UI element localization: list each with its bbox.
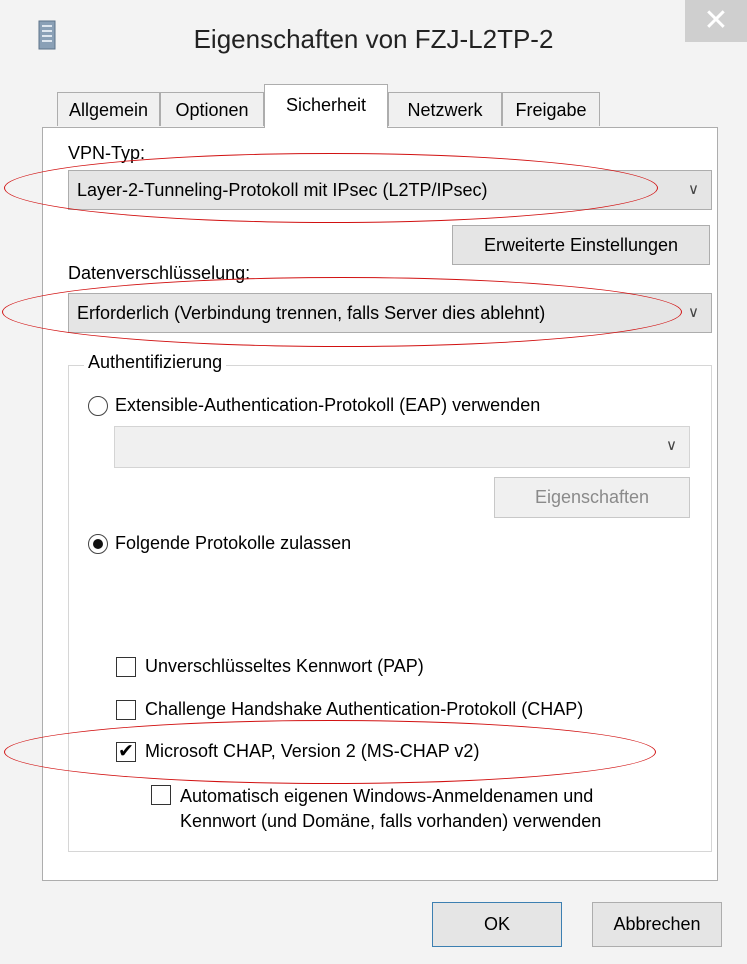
tab-netzwerk[interactable]: Netzwerk [388,92,502,126]
mschapv2-label: Microsoft CHAP, Version 2 (MS-CHAP v2) [145,741,480,761]
vpn-type-value: Layer-2-Tunneling-Protokoll mit IPsec (L… [77,180,488,200]
ok-button[interactable]: OK [432,902,562,947]
encryption-label: Datenverschlüsselung: [68,263,251,283]
encryption-value: Erforderlich (Verbindung trennen, falls … [77,303,546,323]
vpn-type-label: VPN-Typ: [68,143,146,163]
chevron-down-icon: ∨ [688,181,699,198]
checkmark-icon: ✔ [118,741,134,762]
pap-checkbox[interactable] [116,657,136,677]
close-icon: ✕ [703,4,729,37]
chevron-down-icon: ∨ [666,437,677,454]
cancel-button[interactable]: Abbrechen [592,902,722,947]
chap-checkbox[interactable] [116,700,136,720]
advanced-settings-button[interactable]: Erweiterte Einstellungen [452,225,710,265]
tab-sicherheit[interactable]: Sicherheit [264,84,388,128]
eap-radio-label: Extensible-Authentication-Protokoll (EAP… [115,395,541,415]
eap-properties-button[interactable]: Eigenschaften [494,477,690,518]
tab-optionen[interactable]: Optionen [160,92,264,126]
windows-logon-line2: Kennwort (und Domäne, falls vorhanden) v… [180,811,602,831]
tab-label: Netzwerk [407,100,483,120]
radio-selected-dot [93,539,103,549]
allow-protocols-radio[interactable] [88,534,108,554]
allow-protocols-label: Folgende Protokolle zulassen [115,533,352,553]
pap-label: Unverschlüsseltes Kennwort (PAP) [145,656,424,676]
eap-radio[interactable] [88,396,108,416]
chevron-down-icon: ∨ [688,304,699,321]
window-title: Eigenschaften von FZJ-L2TP-2 [193,24,554,54]
tab-allgemein[interactable]: Allgemein [57,92,160,126]
close-button[interactable]: ✕ [685,0,747,42]
vpn-type-select[interactable]: Layer-2-Tunneling-Protokoll mit IPsec (L… [68,170,712,210]
authentication-legend: Authentifizierung [84,352,227,373]
eap-method-select[interactable]: ∨ [114,426,690,468]
tab-label: Freigabe [515,100,587,120]
encryption-select[interactable]: Erforderlich (Verbindung trennen, falls … [68,293,712,333]
tab-label: Optionen [175,100,249,120]
windows-logon-label: Automatisch eigenen Windows-Anmeldenamen… [180,784,601,834]
chap-label: Challenge Handshake Authentication-Proto… [145,699,584,719]
mschapv2-checkbox[interactable]: ✔ [116,742,136,762]
windows-logon-line1: Automatisch eigenen Windows-Anmeldenamen… [180,786,594,806]
tab-label: Sicherheit [285,95,367,115]
tab-label: Allgemein [68,100,149,120]
tab-freigabe[interactable]: Freigabe [502,92,600,126]
windows-logon-checkbox[interactable] [151,785,171,805]
